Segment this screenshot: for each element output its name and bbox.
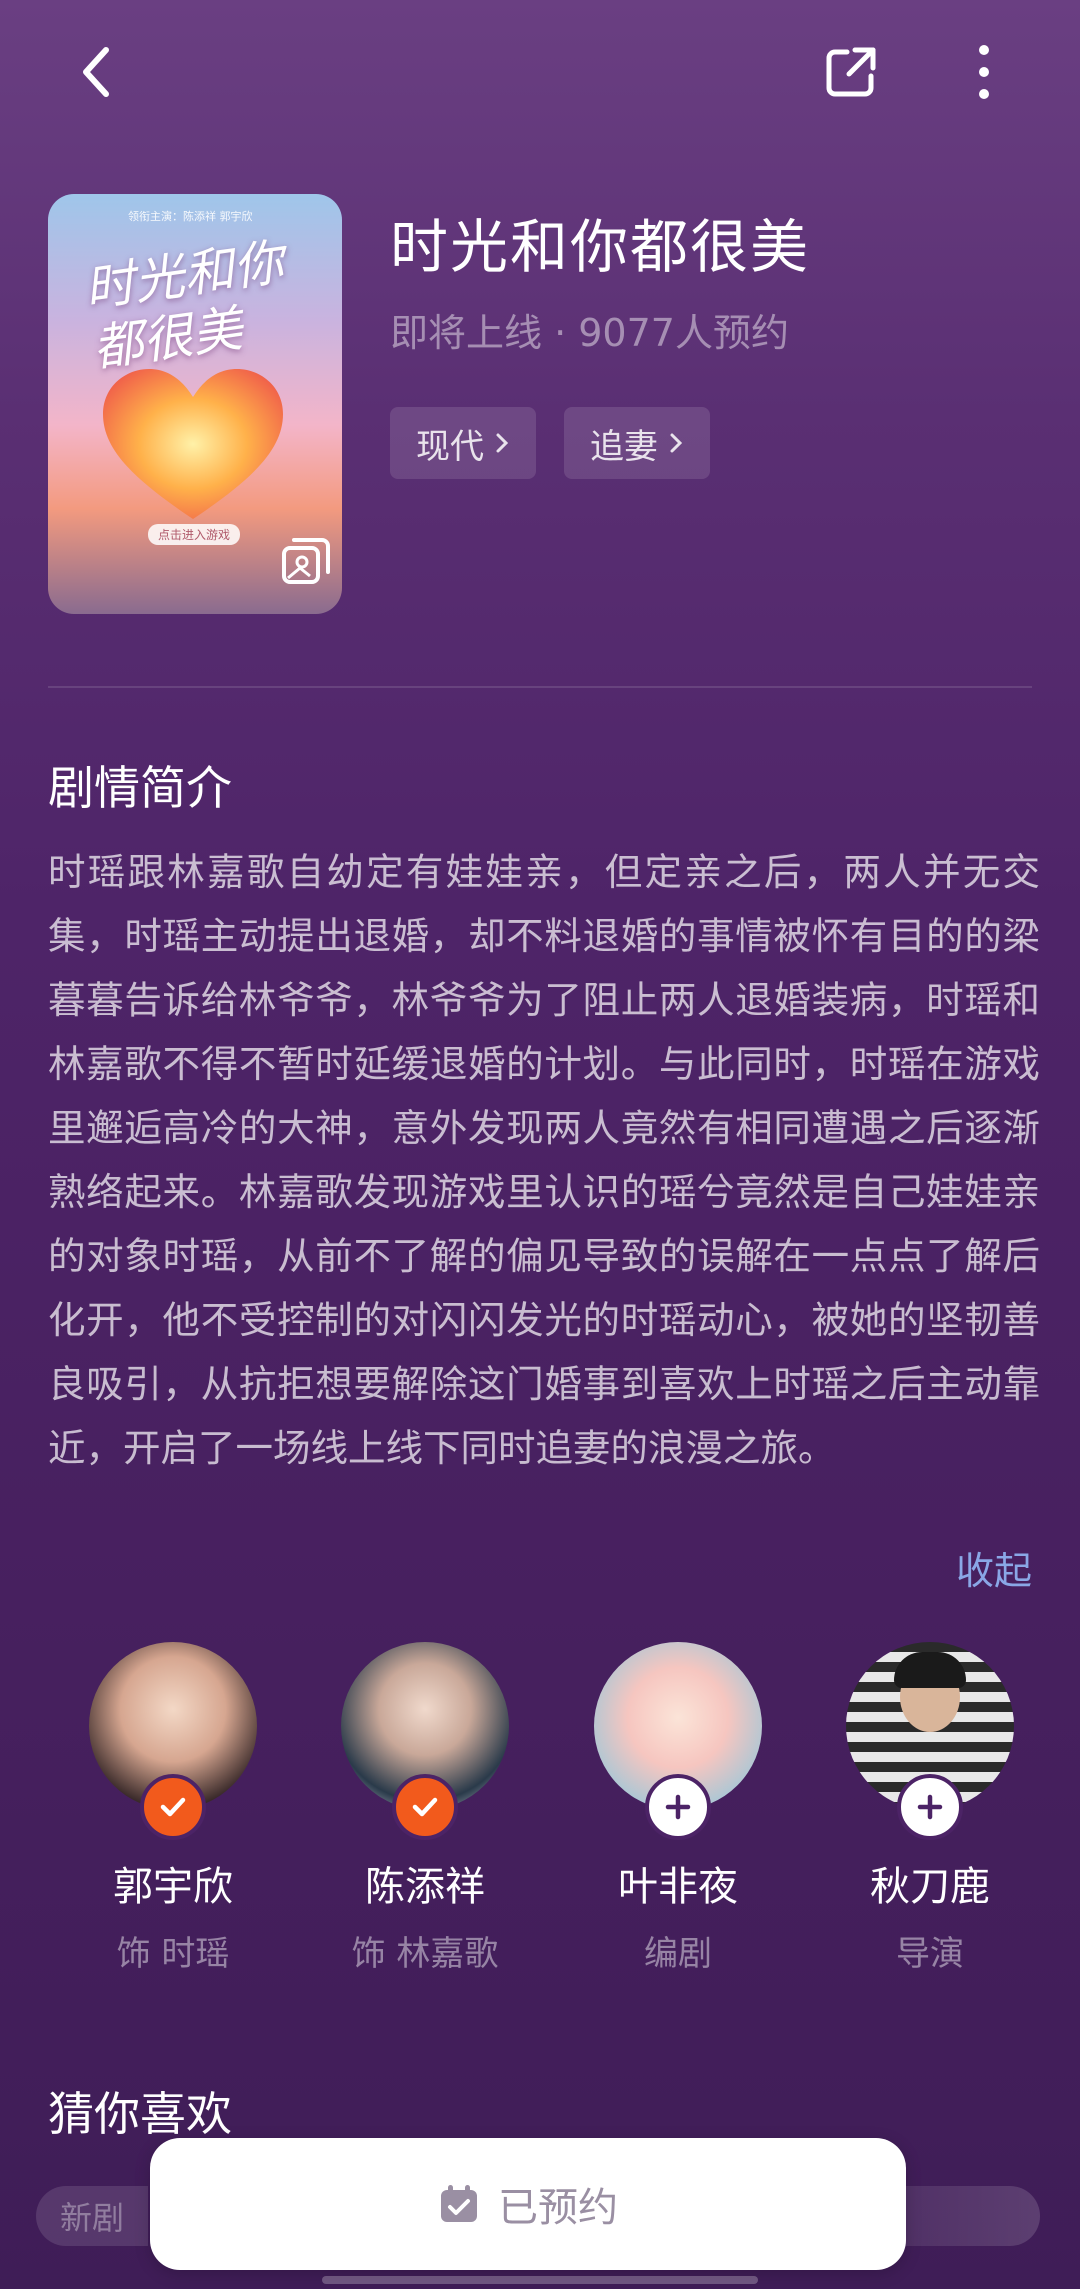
chevron-right-icon (670, 433, 683, 453)
share-icon (826, 47, 876, 97)
tag-modern[interactable]: 现代 (390, 407, 536, 479)
cast-member[interactable]: 叶非夜 编剧 (578, 1642, 778, 1975)
plus-icon (917, 1794, 943, 1820)
poster-credit: 领衔主演：陈添祥 郭宇欣 (128, 210, 253, 223)
recommendation-tag[interactable]: 新剧 (36, 2186, 149, 2246)
release-meta: 即将上线 · 9077人预约 (390, 311, 789, 355)
cast-name: 陈添祥 (365, 1864, 485, 1910)
cast-name: 秋刀鹿 (870, 1864, 990, 1910)
cast-member[interactable]: 秋刀鹿 导演 (830, 1642, 1030, 1975)
follow-add-button[interactable] (645, 1774, 711, 1840)
back-button[interactable] (60, 36, 132, 108)
heart-illustration (103, 369, 283, 519)
poster-title-art: 时光和你 都很美 (80, 233, 287, 378)
tag-label: 追妻 (590, 426, 658, 467)
chevron-left-icon (83, 47, 109, 97)
reserved-label: 已预约 (498, 2185, 618, 2231)
reserved-button[interactable]: 已预约 (150, 2138, 906, 2270)
divider (48, 686, 1032, 688)
cast-member[interactable]: 陈添祥 饰 林嘉歌 (325, 1642, 525, 1975)
cast-member[interactable]: 郭宇欣 饰 时瑶 (73, 1642, 273, 1975)
calendar-check-icon (441, 2185, 477, 2222)
cast-role: 饰 时瑶 (116, 1934, 230, 1974)
check-icon (160, 1797, 186, 1817)
more-vertical-icon (979, 45, 989, 99)
chevron-right-icon (496, 433, 509, 453)
tag-label: 现代 (416, 426, 484, 467)
check-icon (412, 1797, 438, 1817)
home-indicator[interactable] (322, 2276, 758, 2284)
recommendations-title: 猜你喜欢 (48, 2087, 232, 2141)
cast-role: 编剧 (644, 1934, 712, 1974)
cast-role: 饰 林嘉歌 (351, 1934, 499, 1974)
share-button[interactable] (815, 36, 887, 108)
cast-role: 导演 (896, 1934, 964, 1974)
plus-icon (665, 1794, 691, 1820)
followed-badge[interactable] (140, 1774, 206, 1840)
collapse-button[interactable]: 收起 (956, 1540, 1032, 1595)
gallery-icon[interactable] (280, 536, 332, 588)
cast-name: 叶非夜 (618, 1864, 738, 1910)
cast-name: 郭宇欣 (113, 1864, 233, 1910)
follow-add-button[interactable] (897, 1774, 963, 1840)
poster-image[interactable]: 领衔主演：陈添祥 郭宇欣 时光和你 都很美 点击进入游戏 (48, 194, 342, 614)
followed-badge[interactable] (392, 1774, 458, 1840)
synopsis-title: 剧情简介 (48, 761, 232, 815)
page-title: 时光和你都很美 (390, 213, 811, 281)
tag-chase-wife[interactable]: 追妻 (564, 407, 710, 479)
synopsis-text: 时瑶跟林嘉歌自幼定有娃娃亲，但定亲之后，两人并无交集，时瑶主动提出退婚，却不料退… (48, 850, 1040, 1470)
poster-cta: 点击进入游戏 (148, 524, 241, 545)
more-options-button[interactable] (948, 36, 1020, 108)
